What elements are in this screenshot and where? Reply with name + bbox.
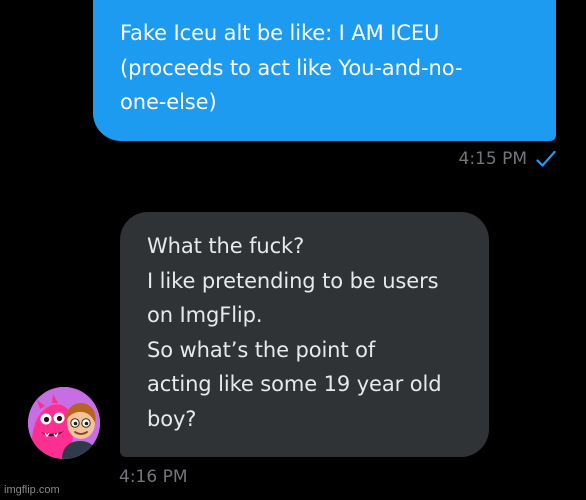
received-message-line: I like pretending to be users: [147, 268, 439, 293]
received-message-timestamp: 4:16 PM: [119, 467, 188, 487]
sent-message-meta: 4:15 PM: [459, 149, 557, 169]
imgflip-watermark: imgflip.com: [4, 484, 60, 496]
sent-message-line: (proceeds to act like You-and-no-: [120, 55, 463, 80]
cartoon-avatar-icon: [28, 387, 100, 459]
received-message-line: on ImgFlip.: [147, 303, 263, 327]
read-check-icon: [536, 150, 556, 168]
received-message-bubble[interactable]: What the fuck? I like pretending to be u…: [120, 212, 489, 457]
received-message-line: boy?: [147, 406, 197, 431]
sent-message-line: Fake Iceu alt be like: I AM ICEU: [120, 21, 440, 45]
avatar[interactable]: [28, 387, 100, 459]
received-message-line: acting like some 19 year old: [147, 372, 442, 396]
received-message-line: So what’s the point of: [147, 337, 376, 362]
received-message-line: What the fuck?: [147, 234, 305, 258]
sent-message-line: one-else): [120, 90, 217, 114]
sent-message-timestamp: 4:15 PM: [458, 149, 528, 169]
sent-message-bubble[interactable]: Fake Iceu alt be like: I AM ICEU (procee…: [93, 0, 556, 141]
